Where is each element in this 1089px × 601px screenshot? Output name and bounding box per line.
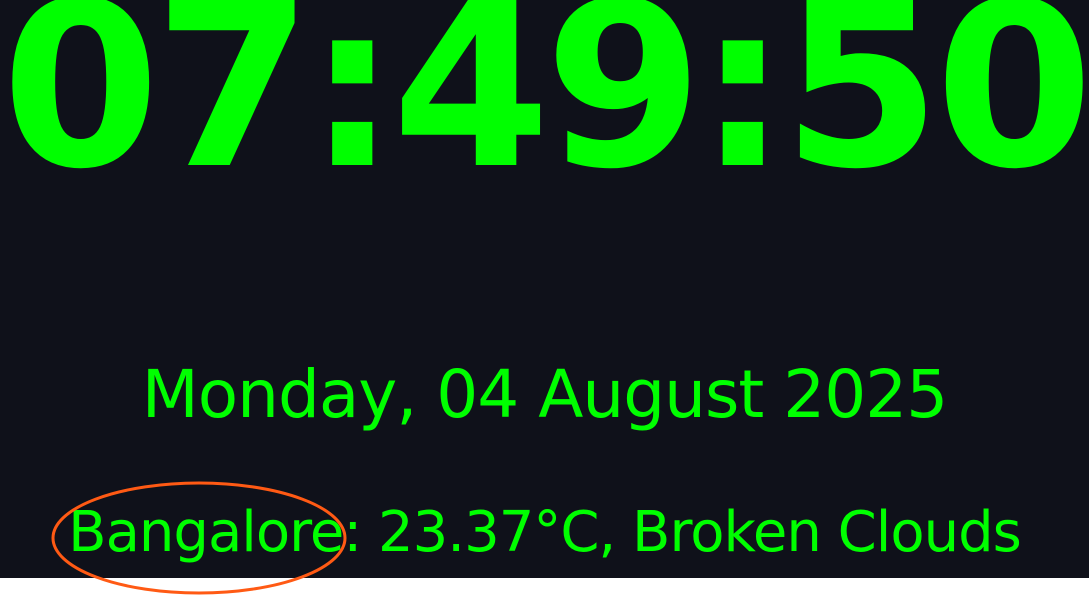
clock-screen: 07:49:50 Monday, 04 August 2025 Bangalor… bbox=[0, 0, 1089, 578]
weather-city: Bangalore bbox=[68, 500, 344, 565]
weather-details: 23.37°C, Broken Clouds bbox=[361, 500, 1022, 565]
date-display: Monday, 04 August 2025 bbox=[141, 356, 948, 433]
time-display: 07:49:50 bbox=[1, 0, 1089, 219]
weather-separator: : bbox=[343, 500, 362, 565]
weather-display: Bangalore: 23.37°C, Broken Clouds bbox=[0, 505, 1089, 561]
